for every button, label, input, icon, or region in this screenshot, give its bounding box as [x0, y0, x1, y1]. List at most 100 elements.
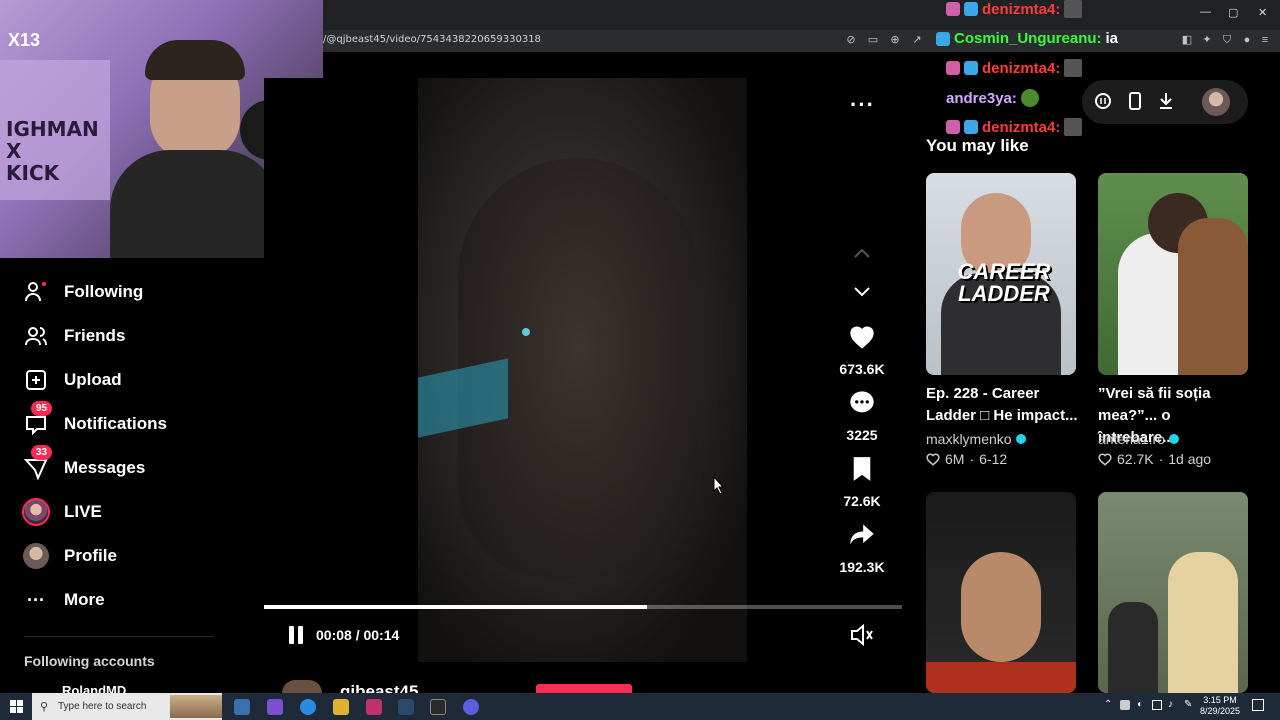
- volume-tray-icon[interactable]: ◖: [1136, 699, 1142, 710]
- like-action[interactable]: 673.6K: [836, 324, 888, 377]
- reader-mode-icon[interactable]: ⊘: [844, 33, 858, 47]
- following-accounts-title: Following accounts: [24, 653, 155, 669]
- suggested-video-author[interactable]: antena1.ro: [1098, 431, 1179, 447]
- messages-icon: 33: [22, 445, 53, 482]
- sidebar-item-following[interactable]: Following: [22, 275, 143, 309]
- sidebar-item-label: Following: [64, 282, 144, 301]
- live-avatar: [22, 498, 50, 526]
- taskbar-clock[interactable]: 3:15 PM 8/29/2025: [1200, 695, 1240, 717]
- sidebar-item-label: Profile: [64, 546, 117, 565]
- suggested-video-author[interactable]: maxklymenko: [926, 431, 1026, 447]
- bookmark-count: 72.6K: [843, 493, 881, 509]
- sound-icon[interactable]: ♪: [1168, 699, 1173, 710]
- bookmark-icon[interactable]: [850, 456, 874, 482]
- suggested-video-thumb[interactable]: CAREER LADDER: [926, 173, 1076, 375]
- more-options-icon[interactable]: ···: [850, 92, 875, 118]
- suggested-video-thumb[interactable]: [1098, 492, 1248, 693]
- file-explorer-icon[interactable]: [333, 699, 349, 715]
- sidebar-item-label: Messages: [64, 458, 146, 477]
- cast-icon[interactable]: ▭: [866, 33, 880, 47]
- puzzle-icon[interactable]: ✦: [1200, 33, 1214, 47]
- steam-icon[interactable]: [398, 699, 414, 715]
- chat-message: andre3ya:: [946, 89, 1039, 107]
- sidebar-item-label: Notifications: [64, 414, 167, 433]
- close-button[interactable]: ✕: [1258, 6, 1267, 19]
- pepe-emote-icon: [1020, 89, 1039, 107]
- author-name[interactable]: antena1.ro: [1098, 431, 1165, 447]
- person-face: [961, 552, 1041, 662]
- suggested-video-thumb[interactable]: [1098, 173, 1248, 375]
- playback-time: 00:08 / 00:14: [316, 627, 400, 643]
- sidebar-item-friends[interactable]: Friends: [22, 319, 125, 353]
- discord-icon[interactable]: [463, 699, 479, 715]
- search-icon: ⚲: [40, 701, 49, 713]
- sidebar-item-profile[interactable]: Profile: [22, 539, 117, 573]
- author-name[interactable]: maxklymenko: [926, 431, 1012, 447]
- user-avatar[interactable]: [1202, 88, 1230, 116]
- chat-badge-icon: [936, 31, 950, 46]
- author-avatar[interactable]: [282, 680, 322, 693]
- coin-icon[interactable]: [1094, 92, 1112, 110]
- network-icon[interactable]: [1152, 700, 1162, 710]
- download-icon[interactable]: [1158, 92, 1174, 110]
- opera-icon[interactable]: [366, 699, 382, 715]
- upload-icon: [22, 366, 50, 394]
- video-frame[interactable]: [418, 78, 747, 662]
- sidebar-item-live[interactable]: LIVE: [22, 495, 102, 529]
- address-url[interactable]: /@qjbeast45/video/7543438220659330318: [323, 34, 541, 45]
- search-placeholder: Type here to search: [58, 701, 147, 712]
- shield-icon[interactable]: ⛉: [1220, 33, 1234, 47]
- notifications-center-icon[interactable]: [1252, 699, 1264, 711]
- friends-icon: [22, 322, 50, 350]
- maximize-button[interactable]: ▢: [1228, 6, 1238, 19]
- share-icon[interactable]: [848, 522, 876, 548]
- terminal-icon[interactable]: [430, 699, 446, 715]
- menu-icon[interactable]: ≡: [1258, 33, 1272, 47]
- clock-time: 3:15 PM: [1203, 695, 1237, 705]
- chat-emote-icon: [1064, 59, 1083, 77]
- comment-action[interactable]: 3225: [836, 390, 888, 443]
- sidebar-item-more[interactable]: ··· More: [22, 583, 105, 617]
- suggested-video-title[interactable]: Ep. 228 - Career Ladder □ He impact...: [926, 383, 1078, 427]
- pause-button[interactable]: [287, 626, 305, 644]
- share-action[interactable]: 192.3K: [836, 522, 888, 575]
- extensions-icon[interactable]: ◧: [1180, 33, 1194, 47]
- tray-chevron-icon[interactable]: ⌃: [1104, 699, 1112, 710]
- suggested-video-stats: 6M · 6-12: [926, 451, 1007, 467]
- share-page-icon[interactable]: ↗: [910, 33, 924, 47]
- pen-icon[interactable]: ✎: [1184, 699, 1192, 710]
- sidebar-item-upload[interactable]: Upload: [22, 363, 122, 397]
- zoom-icon[interactable]: ⊕: [888, 33, 902, 47]
- sidebar-item-messages[interactable]: 33 Messages: [22, 445, 146, 485]
- phone-icon[interactable]: [1128, 92, 1142, 110]
- copilot-icon[interactable]: [267, 699, 283, 715]
- sidebar-item-notifications[interactable]: 95 Notifications: [22, 401, 167, 441]
- person-dark: [1108, 602, 1158, 693]
- chat-emote-icon: [1064, 0, 1083, 18]
- address-bar[interactable]: /@qjbeast45/video/7543438220659330318: [323, 30, 1280, 52]
- comment-icon[interactable]: [848, 390, 876, 416]
- taskbar: ⚲ Type here to search ⌃ ◖ ♪ ✎ 3:15 PM 8/…: [0, 693, 1280, 720]
- chevron-down-icon[interactable]: [852, 285, 872, 299]
- poster-text: IGHMAN X KICK: [6, 117, 99, 185]
- person-blonde: [1168, 552, 1238, 693]
- chat-message: denizmta4:: [946, 118, 1083, 136]
- chevron-up-icon[interactable]: [852, 246, 872, 260]
- thumb-text: CAREER LADDER: [957, 259, 1051, 306]
- suggested-video-thumb[interactable]: [926, 492, 1076, 693]
- clock-date: 8/29/2025: [1200, 706, 1241, 716]
- tray-app-icon[interactable]: [1120, 700, 1130, 710]
- profile-avatar: [22, 542, 50, 570]
- profile-ext-icon[interactable]: ●: [1240, 33, 1254, 47]
- windows-start-icon[interactable]: [10, 700, 23, 713]
- webcam-badge: X13: [8, 30, 41, 50]
- volume-button[interactable]: [850, 623, 874, 647]
- sidebar-item-label: LIVE: [64, 502, 102, 521]
- minimize-button[interactable]: —: [1200, 6, 1211, 18]
- heart-icon[interactable]: [848, 324, 876, 350]
- comment-count: 3225: [846, 427, 878, 443]
- edge-icon[interactable]: [300, 699, 316, 715]
- task-view-icon[interactable]: [234, 699, 250, 715]
- dog-eye: [522, 328, 530, 336]
- bookmark-action[interactable]: 72.6K: [836, 456, 888, 509]
